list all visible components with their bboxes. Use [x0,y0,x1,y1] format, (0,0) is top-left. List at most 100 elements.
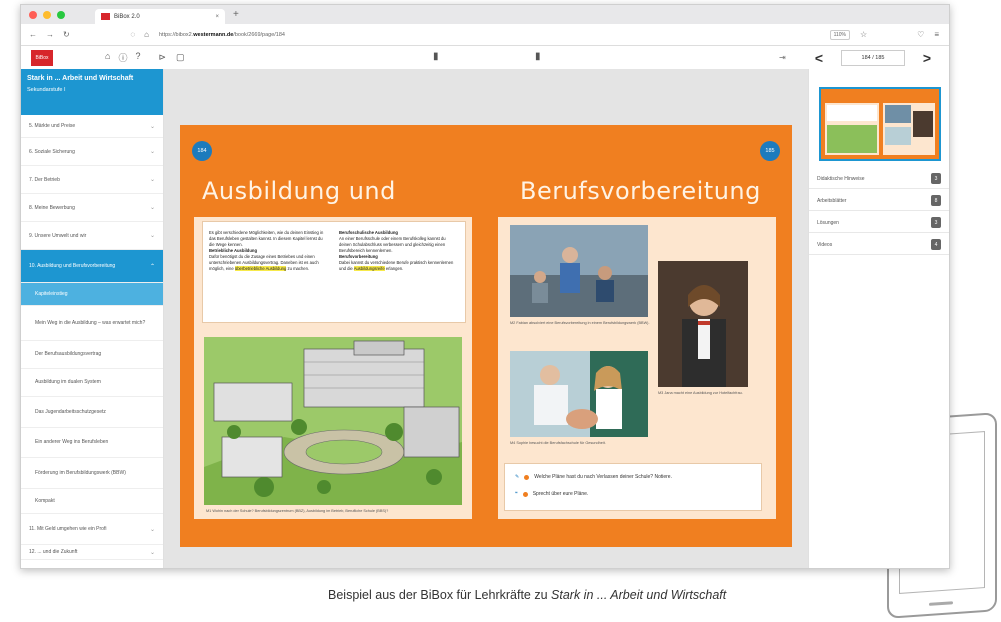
previous-page-button[interactable]: < [809,50,829,66]
campus-drawing [204,337,462,505]
photo-workshop[interactable] [510,225,648,317]
url-path: /book/2669/page/184 [233,31,285,38]
back-arrow-icon[interactable]: ← [29,30,37,39]
resource-count-badge: 4 [931,239,941,250]
toc-subitem[interactable]: Ausbildung im dualen System [21,369,163,397]
next-page-button[interactable]: > [917,50,937,66]
book-title: Stark in ... Arbeit und Wirtschaft [27,75,134,82]
nursing-photo-image [510,351,648,437]
figure-caption: Beispiel aus der BiBox für Lehrkräfte zu… [328,588,726,602]
toc-item-label: 10. Ausbildung und Berufsvorbereitung [29,263,116,269]
browser-tab[interactable]: BiBox 2.0 × [95,9,225,24]
pocket-icon[interactable]: ♡ [917,30,924,39]
tab-title: BiBox 2.0 [114,13,140,20]
toc-item[interactable]: 7. Der Betrieb ⌄ [21,166,163,194]
close-window-button[interactable] [29,10,37,19]
chevron-down-icon: ⌄ [149,149,155,155]
bookmark-left-page-icon[interactable]: ▮ [433,51,439,62]
chevron-down-icon: ⌄ [149,233,155,239]
toc-item-active-chapter[interactable]: 10. Ausbildung und Berufsvorbereitung ⌃ [21,250,163,283]
shield-icon[interactable]: ◌ [130,30,135,39]
toc-item[interactable]: 12. ... und die Zukunft ⌄ [21,545,163,560]
resource-count-badge: 8 [931,195,941,206]
toc-subitem[interactable]: Das Jugendarbeitsschutzgesetz [21,397,163,428]
bookmark-right-page-icon[interactable]: ▮ [535,51,541,62]
toc-item-label: 5. Märkte und Preise [29,123,76,129]
chevron-down-icon: ⌄ [149,123,155,130]
maximize-window-button[interactable] [57,10,65,19]
caption-book-title: Stark in ... Arbeit und Wirtschaft [551,588,727,602]
reload-icon[interactable]: ↻ [63,30,70,39]
toc-subitem-selected[interactable]: Kapiteleinstieg [21,283,163,306]
toc-item[interactable]: 5. Märkte und Preise ⌄ [21,115,163,138]
resource-label: Lösungen [817,219,839,226]
page-thumbnail[interactable] [819,87,941,161]
resource-label: Arbeitsblätter [817,197,847,204]
intro-text-column-2: Berufsschulische Ausbildung An einer Ber… [339,230,457,272]
highlighted-term[interactable]: Ausbildungsreife [353,266,385,271]
new-tab-button[interactable]: + [233,9,239,20]
close-tab-icon[interactable]: × [215,14,219,20]
campus-illustration[interactable] [204,337,462,505]
caption-text: Beispiel aus der BiBox für Lehrkräfte zu [328,588,552,602]
toc-item[interactable]: 9. Unsere Umwelt und wir ⌄ [21,222,163,250]
save-icon[interactable]: ▢ [176,52,185,63]
toggle-sidebar-icon[interactable]: ⊳ [158,52,166,63]
toc-item-label: 8. Meine Bewerbung [29,204,75,211]
resource-count-badge: 3 [931,173,941,184]
table-of-contents-sidebar: Stark in ... Arbeit und Wirtschaft Sekun… [21,69,164,568]
toc-item[interactable]: 11. Mit Geld umgehen wie ein Profi ⌄ [21,514,163,545]
info-icon[interactable]: ⓘ [118,51,127,64]
intro-text-column-1: Es gibt verschiedene Möglichkeiten, wie … [209,230,327,272]
toc-subitem[interactable]: Der Berufsausbildungsvertrag [21,341,163,369]
toc-item[interactable]: 8. Meine Bewerbung ⌄ [21,194,163,222]
resource-category[interactable]: Arbeitsblätter 8 [809,191,949,211]
chevron-down-icon: ⌄ [149,177,155,183]
chevron-up-icon: ⌃ [149,263,155,270]
toc-item-label: 11. Mit Geld umgehen wie ein Profi [29,526,107,532]
url-prefix: https://bibox2. [159,31,194,38]
photo-caption: M3 Jana macht eine Ausbildung zur Hotelf… [658,391,743,395]
resource-category[interactable]: Didaktische Hinweise 3 [809,169,949,189]
page-number-field[interactable]: 184 / 185 [841,49,905,66]
resource-category[interactable]: Lösungen 3 [809,213,949,233]
task-item[interactable]: ✎ Welche Pläne hast du nach Verlassen de… [515,474,672,480]
resource-category[interactable]: Videos 4 [809,235,949,255]
app-toolbar: BiBox ⌂ ⓘ ? ⊳ ▢ ▮ ▮ ⇥ < 184 / 185 > [21,46,949,70]
heading-left: Ausbildung und [202,177,396,205]
home-icon[interactable]: ⌂ [105,51,110,64]
photo-caption: M4 Sophie besucht die Berufsfachschule f… [510,441,606,445]
url-domain: westermann.de [193,31,234,38]
address-bar[interactable]: https://bibox2.westermann.de/book/2669/p… [159,32,285,38]
intro-text-box: Es gibt verschiedene Möglichkeiten, wie … [202,221,466,323]
browser-window: BiBox 2.0 × + ← → ↻ ◌ ⌂ https://bibox2.w… [20,4,950,569]
minimize-window-button[interactable] [43,10,51,19]
collapse-panel-icon[interactable]: ⇥ [779,53,786,62]
toc-subitem[interactable]: Mein Weg in die Ausbildung – was erwarte… [21,306,163,341]
toc-item-label: 6. Soziale Sicherung [29,148,75,155]
window-controls [21,10,65,19]
photo-nursing[interactable] [510,351,648,437]
task-text: Welche Pläne hast du nach Verlassen dein… [534,474,672,480]
toc-subitem[interactable]: Förderung im Berufsbildungswerk (BBW) [21,458,163,489]
highlighted-term[interactable]: überbetriebliche Ausbildung [234,266,287,271]
forward-arrow-icon[interactable]: → [46,30,54,39]
toc-subitem[interactable]: Kompakt [21,489,163,514]
book-header[interactable]: Stark in ... Arbeit und Wirtschaft Sekun… [21,69,163,115]
browser-tab-bar: BiBox 2.0 × + [21,5,949,24]
task-number-dot [524,474,530,480]
task-item[interactable]: ❝ Sprecht über eure Pläne. [515,491,588,497]
toc-item[interactable]: 6. Soziale Sicherung ⌄ [21,138,163,166]
workshop-photo-image [510,225,648,317]
book-double-page[interactable]: 184 185 Ausbildung und Berufsvorbereitun… [180,125,792,547]
help-icon[interactable]: ? [135,51,140,64]
photo-caption: M2 Fabian absolviert eine Berufsvorberei… [510,321,650,325]
page-navigation: ⇥ < 184 / 185 > [779,46,949,69]
menu-icon[interactable]: ≡ [934,30,939,39]
bibox-logo[interactable]: BiBox [31,49,53,66]
bookmark-star-icon[interactable]: ☆ [860,30,867,39]
photo-hotel[interactable] [658,261,748,387]
toc-subitem[interactable]: Ein anderer Weg ins Berufsleben [21,428,163,458]
zoom-level[interactable]: 110% [829,29,850,40]
thumbnail-image [821,89,939,159]
